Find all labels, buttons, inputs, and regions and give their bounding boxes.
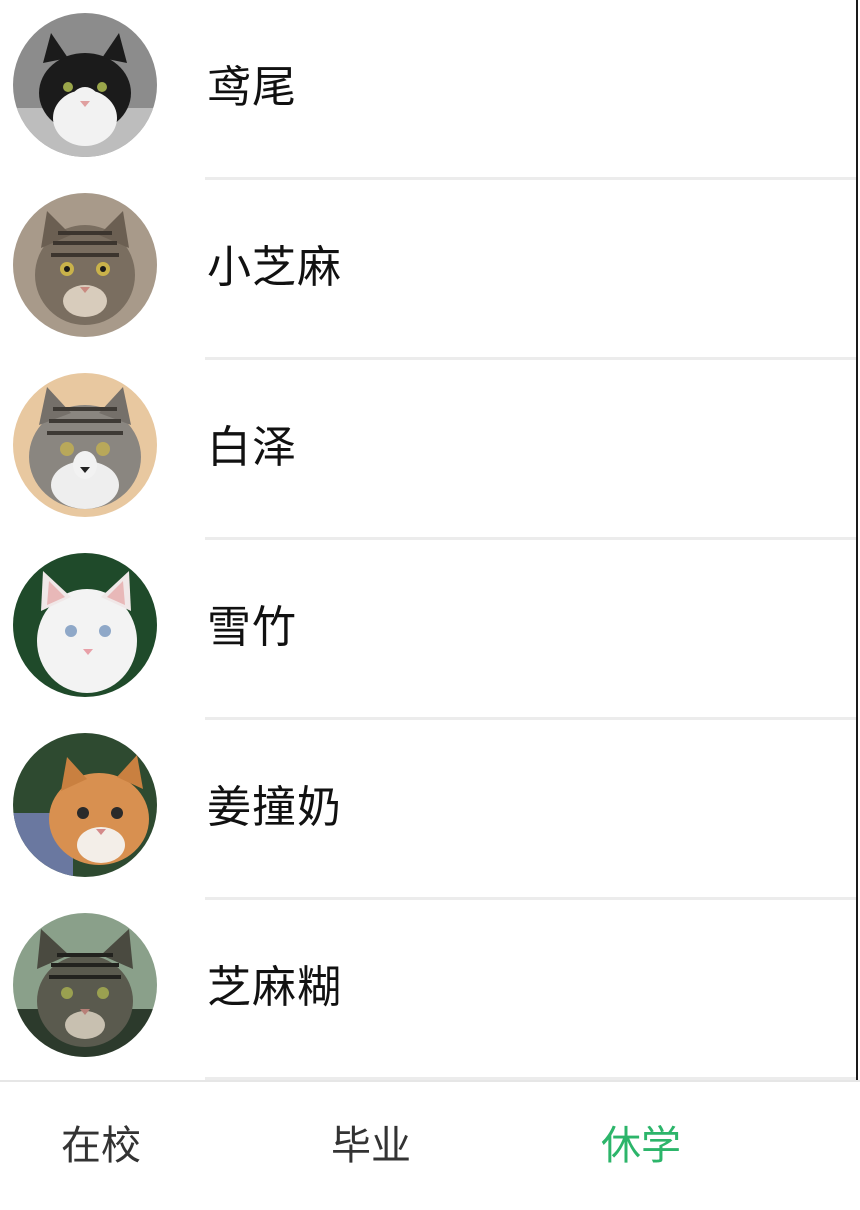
bottom-tab-bar: 在校 毕业 休学 <box>0 1080 860 1205</box>
tab-biye[interactable]: 毕业 <box>326 1082 416 1205</box>
cat-row-xuezhu[interactable]: 雪竹 <box>0 540 858 720</box>
cat-name: 姜撞奶 <box>207 782 342 833</box>
cat-list: 鸢尾 小芝麻 白泽 雪竹 姜撞奶 芝麻糊 <box>0 0 858 1080</box>
cat-avatar-yuanwei <box>13 13 157 157</box>
cat-row-yuanwei[interactable]: 鸢尾 <box>0 0 858 180</box>
screen-edge <box>856 0 858 1080</box>
cat-avatar-baize <box>13 373 157 517</box>
cat-row-zhimahu[interactable]: 芝麻糊 <box>0 900 858 1080</box>
cat-name: 白泽 <box>207 422 297 473</box>
cat-name: 雪竹 <box>207 602 297 653</box>
cat-row-jiangzhuangnai[interactable]: 姜撞奶 <box>0 720 858 900</box>
cat-name: 芝麻糊 <box>207 962 342 1013</box>
tab-zaixiao[interactable]: 在校 <box>56 1082 146 1205</box>
tab-xiuxue[interactable]: 休学 <box>596 1082 686 1205</box>
cat-name: 小芝麻 <box>207 242 342 293</box>
cat-row-xiaozhima[interactable]: 小芝麻 <box>0 180 858 360</box>
cat-avatar-xiaozhima <box>13 193 157 337</box>
cat-row-baize[interactable]: 白泽 <box>0 360 858 540</box>
cat-avatar-jiangzhuangnai <box>13 733 157 877</box>
cat-avatar-xuezhu <box>13 553 157 697</box>
cat-avatar-zhimahu <box>13 913 157 1057</box>
cat-name: 鸢尾 <box>207 62 297 113</box>
